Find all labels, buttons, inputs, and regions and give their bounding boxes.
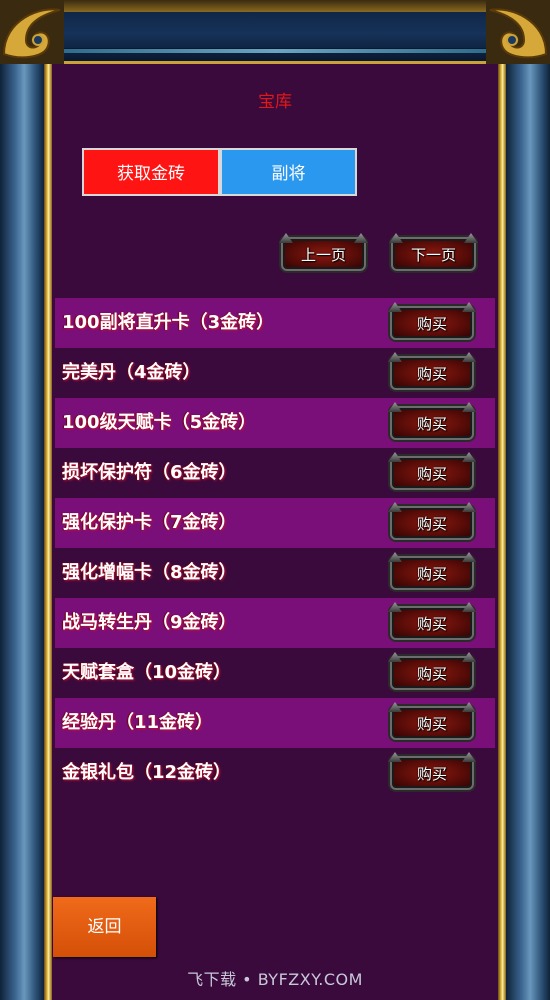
shop-item-row: 损坏保护符（6金砖） 购买	[55, 448, 495, 498]
buy-button[interactable]: 购买	[390, 506, 474, 540]
buy-button[interactable]: 购买	[390, 556, 474, 590]
buy-button[interactable]: 购买	[390, 706, 474, 740]
top-frame-line	[58, 48, 492, 53]
shop-item-name: 100级天赋卡（5金砖）	[62, 412, 257, 433]
buy-button[interactable]: 购买	[390, 606, 474, 640]
shop-item-row: 强化增幅卡（8金砖） 购买	[55, 548, 495, 598]
prev-page-button[interactable]: 上一页	[281, 237, 366, 271]
tab-get-gold-bricks[interactable]: 获取金砖	[82, 148, 220, 196]
buy-button[interactable]: 购买	[390, 756, 474, 790]
page-title: 宝库	[258, 92, 292, 112]
shop-item-row: 强化保护卡（7金砖） 购买	[55, 498, 495, 548]
tab-general[interactable]: 副将	[220, 148, 357, 196]
shop-item-name: 强化保护卡（7金砖）	[62, 512, 237, 533]
shop-item-name: 战马转生丹（9金砖）	[62, 612, 237, 633]
buy-button[interactable]: 购买	[390, 456, 474, 490]
shop-item-name: 完美丹（4金砖）	[62, 362, 201, 383]
right-gold-rail	[498, 64, 506, 1000]
right-pillar	[506, 64, 550, 1000]
buy-button[interactable]: 购买	[390, 656, 474, 690]
shop-item-name: 金银礼包（12金砖）	[62, 762, 232, 783]
buy-button[interactable]: 购买	[390, 406, 474, 440]
shop-item-name: 100副将直升卡（3金砖）	[62, 312, 275, 333]
shop-item-name: 强化增幅卡（8金砖）	[62, 562, 237, 583]
shop-item-name: 损坏保护符（6金砖）	[62, 462, 237, 483]
shop-item-row: 经验丹（11金砖） 购买	[55, 698, 495, 748]
left-gold-rail	[44, 64, 52, 1000]
next-page-button[interactable]: 下一页	[391, 237, 476, 271]
watermark-text: 飞下载 • BYFZXY.COM	[187, 970, 363, 989]
shop-item-name: 经验丹（11金砖）	[62, 712, 214, 733]
shop-item-row: 100副将直升卡（3金砖） 购买	[55, 298, 495, 348]
top-frame-bar	[58, 0, 492, 12]
back-button[interactable]: 返回	[53, 897, 156, 957]
corner-ornament-right-icon	[486, 0, 550, 64]
shop-item-row: 100级天赋卡（5金砖） 购买	[55, 398, 495, 448]
top-frame-border	[0, 0, 550, 64]
shop-item-name: 天赋套盒（10金砖）	[62, 662, 232, 683]
shop-item-row: 战马转生丹（9金砖） 购买	[55, 598, 495, 648]
buy-button[interactable]: 购买	[390, 356, 474, 390]
shop-item-row: 金银礼包（12金砖） 购买	[55, 748, 495, 798]
shop-item-row: 天赋套盒（10金砖） 购买	[55, 648, 495, 698]
shop-item-row: 完美丹（4金砖） 购买	[55, 348, 495, 398]
buy-button[interactable]: 购买	[390, 306, 474, 340]
corner-ornament-left-icon	[0, 0, 64, 64]
left-pillar	[0, 64, 44, 1000]
